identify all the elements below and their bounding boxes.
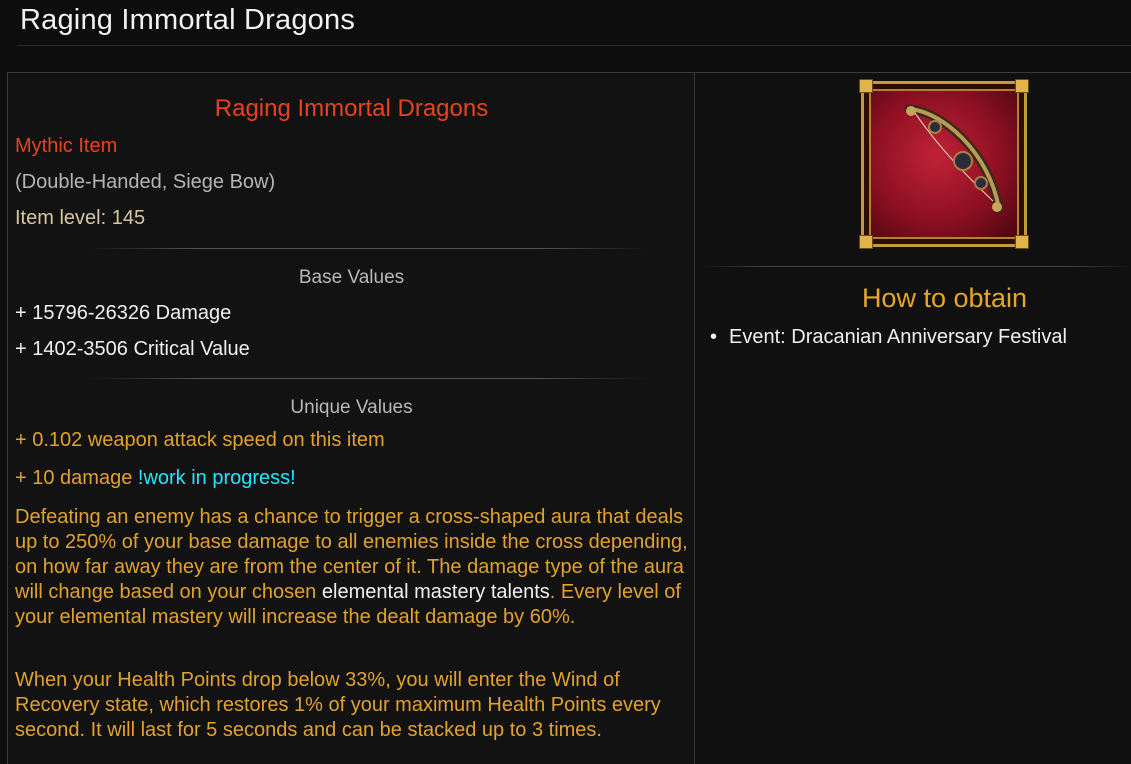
obtain-sources-list: • Event: Dracanian Anniversary Festival: [710, 326, 1067, 349]
unique-values-heading: Unique Values: [290, 397, 413, 418]
bullet-icon: •: [710, 326, 718, 348]
description-aura: Defeating an enemy has a chance to trigg…: [15, 505, 693, 630]
unique-value-attack-speed: + 0.102 weapon attack speed on this item: [15, 429, 385, 451]
page-title: Raging Immortal Dragons: [20, 4, 356, 36]
obtain-panel: How to obtain • Event: Dracanian Annivers…: [696, 73, 1131, 764]
item-level: Item level: 145: [15, 207, 146, 229]
unique-value-damage: + 10 damage !work in progress!: [15, 467, 296, 490]
description-wind-of-recovery: When your Health Points drop below 33%, …: [15, 669, 661, 741]
frame-corner: [859, 79, 873, 93]
item-weapon-type: (Double-Handed, Siege Bow): [15, 171, 276, 193]
divider: [702, 266, 1131, 267]
siege-bow-icon: [904, 104, 1004, 214]
divider: [88, 248, 648, 249]
frame-corner: [1015, 79, 1029, 93]
base-value-critical: + 1402-3506 Critical Value: [15, 338, 250, 360]
item-icon-inner: [869, 89, 1019, 239]
frame-corner: [859, 235, 873, 249]
divider: [88, 378, 648, 379]
unique-value-damage-text: + 10 damage: [15, 467, 133, 489]
item-icon: [859, 79, 1029, 249]
item-name: Raging Immortal Dragons: [214, 95, 489, 122]
how-to-obtain-heading: How to obtain: [861, 283, 1028, 313]
item-rarity: Mythic Item: [15, 135, 118, 157]
title-divider: [18, 45, 1131, 46]
frame-corner: [1015, 235, 1029, 249]
base-values-heading: Base Values: [298, 267, 405, 288]
obtain-source-item[interactable]: • Event: Dracanian Anniversary Festival: [710, 326, 1067, 349]
item-tooltip-panel: Raging Immortal Dragons Mythic Item (Dou…: [8, 73, 695, 764]
elemental-mastery-link[interactable]: elemental mastery talents: [322, 581, 550, 603]
base-value-damage: + 15796-26326 Damage: [15, 302, 232, 324]
wip-note: !work in progress!: [137, 467, 296, 489]
obtain-source-text[interactable]: Event: Dracanian Anniversary Festival: [729, 326, 1067, 348]
